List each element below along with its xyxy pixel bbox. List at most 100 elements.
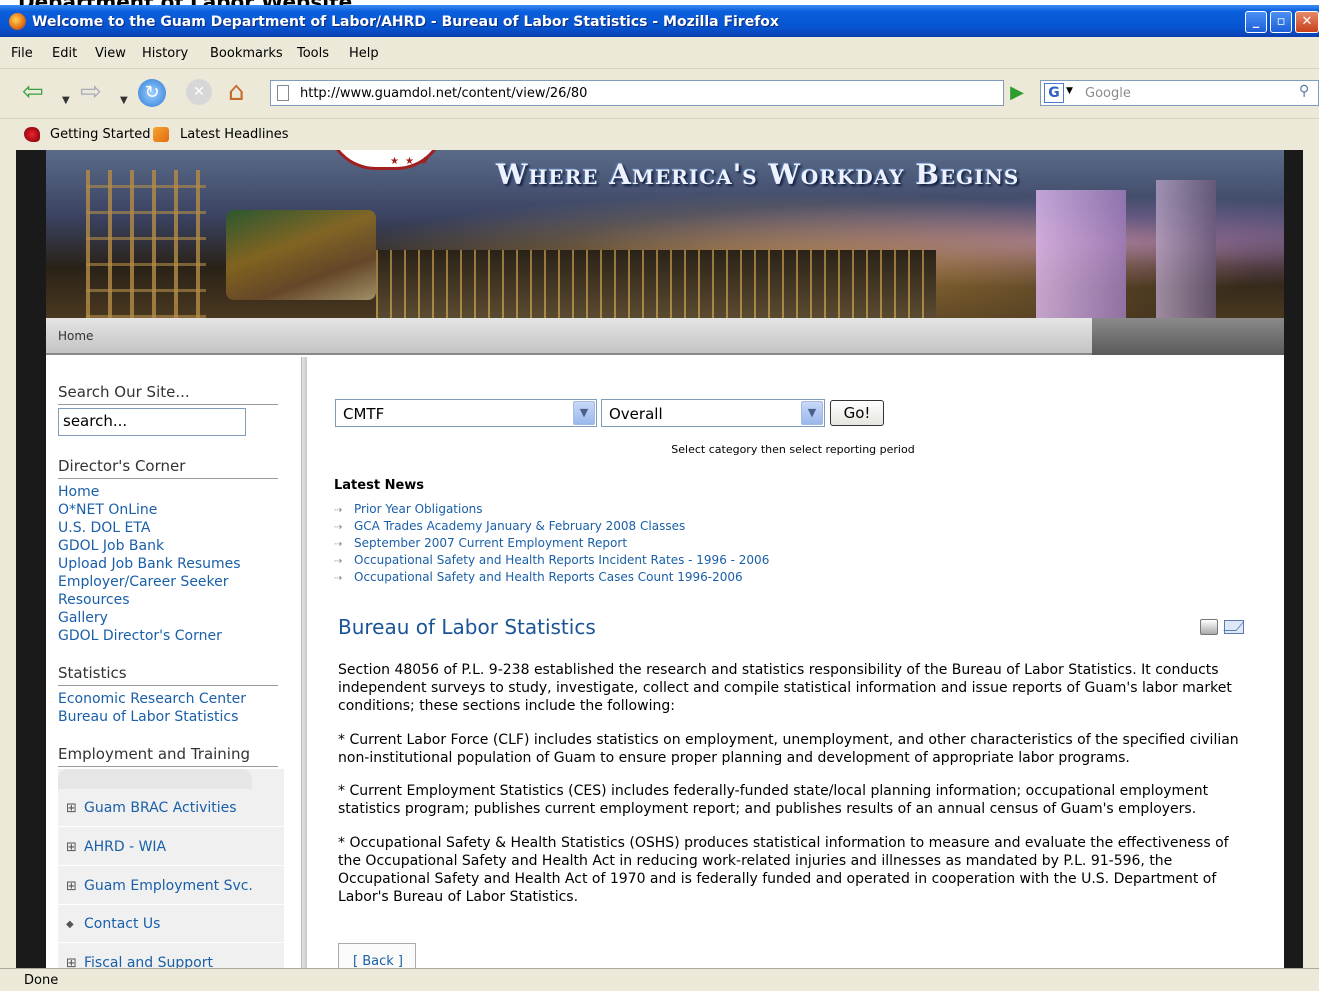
google-icon[interactable]: G [1044, 83, 1064, 103]
vertical-scrollbar[interactable] [1303, 150, 1319, 968]
link-bureau-labor-stats[interactable]: Bureau of Labor Statistics [58, 708, 288, 726]
stop-icon[interactable]: ✕ [186, 79, 212, 105]
latest-news-heading: Latest News [334, 478, 425, 493]
news-link[interactable]: September 2007 Current Employment Report [354, 536, 627, 550]
go-arrow-icon[interactable]: ▶ [1004, 80, 1030, 106]
go-button[interactable]: Go! [830, 400, 884, 426]
menu-view[interactable]: View [95, 46, 126, 61]
menu-item-label[interactable]: Fiscal and Support [84, 955, 213, 968]
bookmarks-toolbar: Getting Started Latest Headlines [0, 118, 1319, 149]
home-icon[interactable]: ⌂ [228, 77, 245, 107]
period-value[interactable]: Overall [609, 405, 663, 423]
firefox-icon [9, 13, 26, 30]
menu-item-brac[interactable]: ⊞ Guam BRAC Activities [58, 789, 284, 827]
news-link[interactable]: Prior Year Obligations [354, 502, 483, 516]
forward-dropdown-icon[interactable]: ▼ [120, 86, 128, 116]
menu-item-contact-us[interactable]: ◆ Contact Us [58, 905, 284, 943]
link-upload-resumes[interactable]: Upload Job Bank Resumes [58, 555, 288, 573]
seal-stars: ★★★ [390, 156, 435, 167]
window-title: Welcome to the Guam Department of Labor/… [32, 14, 779, 30]
category-value[interactable]: CMTF [343, 405, 384, 423]
chevron-down-icon[interactable]: ▼ [801, 401, 823, 425]
link-employer-career[interactable]: Employer/Career Seeker [58, 573, 288, 591]
title-bar: Welcome to the Guam Department of Labor/… [0, 5, 1319, 37]
main-content: CMTF ▼ Overall ▼ Go! Select category the… [308, 357, 1284, 968]
bookmark-latest-headlines[interactable]: Latest Headlines [180, 127, 289, 142]
close-button[interactable]: ✕ [1295, 11, 1319, 33]
expand-icon[interactable]: ⊞ [66, 879, 77, 894]
menu-item-label[interactable]: Guam Employment Svc. [84, 878, 253, 894]
menu-item-fiscal-support[interactable]: ⊞ Fiscal and Support [58, 944, 284, 968]
print-icon[interactable] [1200, 619, 1218, 635]
link-onet[interactable]: O*NET OnLine [58, 501, 288, 519]
back-button[interactable]: [ Back ] [338, 943, 416, 968]
bookmark-getting-started[interactable]: Getting Started [50, 127, 151, 142]
link-job-bank[interactable]: GDOL Job Bank [58, 537, 288, 555]
article-paragraph: * Current Labor Force (CLF) includes sta… [338, 732, 1239, 766]
article-paragraph: * Occupational Safety & Health Statistic… [338, 835, 1229, 905]
statistics-heading: Statistics [58, 664, 278, 686]
menu-history[interactable]: History [142, 46, 188, 61]
news-link[interactable]: Occupational Safety and Health Reports I… [354, 553, 769, 567]
arrow-icon: ⇢ [334, 505, 343, 516]
search-placeholder[interactable]: Google [1085, 86, 1131, 101]
address-bar[interactable]: http://www.guamdol.net/content/view/26/8… [270, 80, 1270, 106]
menu-file[interactable]: File [11, 46, 33, 61]
maximize-button[interactable]: ▫ [1270, 11, 1292, 33]
banner-slogan: Where America's Workday Begins [496, 158, 1020, 191]
menu-item-employment-svc[interactable]: ⊞ Guam Employment Svc. [58, 867, 284, 905]
link-gallery[interactable]: Gallery [58, 609, 288, 627]
engine-dropdown-icon[interactable]: ▼ [1066, 86, 1073, 96]
bullet-icon: ◆ [66, 919, 74, 930]
banner-building [1036, 190, 1126, 318]
breadcrumb-home[interactable]: Home [58, 329, 93, 343]
link-resources[interactable]: Resources [58, 591, 288, 609]
page-viewport: ★★★ Where America's Workday Begins Home … [16, 150, 1319, 968]
chevron-down-icon[interactable]: ▼ [573, 401, 595, 425]
menu-bookmarks[interactable]: Bookmarks [210, 46, 283, 61]
site-banner: ★★★ Where America's Workday Begins [46, 150, 1284, 318]
url-text[interactable]: http://www.guamdol.net/content/view/26/8… [300, 86, 587, 101]
employment-training-heading: Employment and Training [58, 745, 278, 767]
reload-icon[interactable]: ↻ [138, 79, 166, 107]
menu-item-label[interactable]: Contact Us [84, 916, 160, 932]
banner-scaffold [86, 170, 206, 318]
status-text: Done [24, 973, 59, 988]
breadcrumb-end-cap [1092, 318, 1284, 355]
search-engine-box[interactable]: G ▼ Google ⚲ [1040, 80, 1319, 106]
link-directors-corner[interactable]: GDOL Director's Corner [58, 627, 288, 645]
link-dol-eta[interactable]: U.S. DOL ETA [58, 519, 288, 537]
sidebar: Search Our Site... search... Director's … [46, 357, 301, 968]
menu-item-ahrd-wia[interactable]: ⊞ AHRD - WIA [58, 828, 284, 866]
link-home[interactable]: Home [58, 483, 288, 501]
forward-arrow-icon[interactable]: ⇨ [80, 77, 102, 107]
menu-help[interactable]: Help [349, 46, 379, 61]
expand-icon[interactable]: ⊞ [66, 956, 77, 968]
back-arrow-icon[interactable]: ⇦ [22, 77, 44, 107]
news-link[interactable]: GCA Trades Academy January & February 20… [354, 519, 685, 533]
link-economic-research[interactable]: Economic Research Center [58, 690, 288, 708]
menu-item-label[interactable]: Guam BRAC Activities [84, 800, 237, 816]
back-dropdown-icon[interactable]: ▼ [62, 86, 70, 116]
article-title: Bureau of Labor Statistics [338, 615, 596, 639]
magnifier-icon[interactable]: ⚲ [1299, 83, 1309, 99]
email-icon[interactable] [1224, 620, 1244, 634]
site-search-input[interactable]: search... [58, 408, 246, 436]
search-heading: Search Our Site... [58, 383, 278, 405]
back-link-label[interactable]: [ Back ] [353, 954, 403, 968]
minimize-button[interactable]: _ [1245, 11, 1267, 33]
article-paragraph: * Current Employment Statistics (CES) in… [338, 783, 1209, 817]
period-select[interactable]: Overall ▼ [601, 399, 825, 427]
article-paragraph: Section 48056 of P.L. 9-238 established … [338, 662, 1232, 714]
banner-water [376, 250, 936, 318]
expand-icon[interactable]: ⊞ [66, 801, 77, 816]
menu-tools[interactable]: Tools [297, 46, 329, 61]
menu-edit[interactable]: Edit [52, 46, 77, 61]
expand-icon[interactable]: ⊞ [66, 840, 77, 855]
news-link[interactable]: Occupational Safety and Health Reports C… [354, 570, 743, 584]
web-page: ★★★ Where America's Workday Begins Home … [46, 150, 1284, 968]
category-select[interactable]: CMTF ▼ [335, 399, 597, 427]
banner-books [226, 210, 376, 300]
page-icon [277, 85, 289, 101]
menu-item-label[interactable]: AHRD - WIA [84, 839, 166, 855]
